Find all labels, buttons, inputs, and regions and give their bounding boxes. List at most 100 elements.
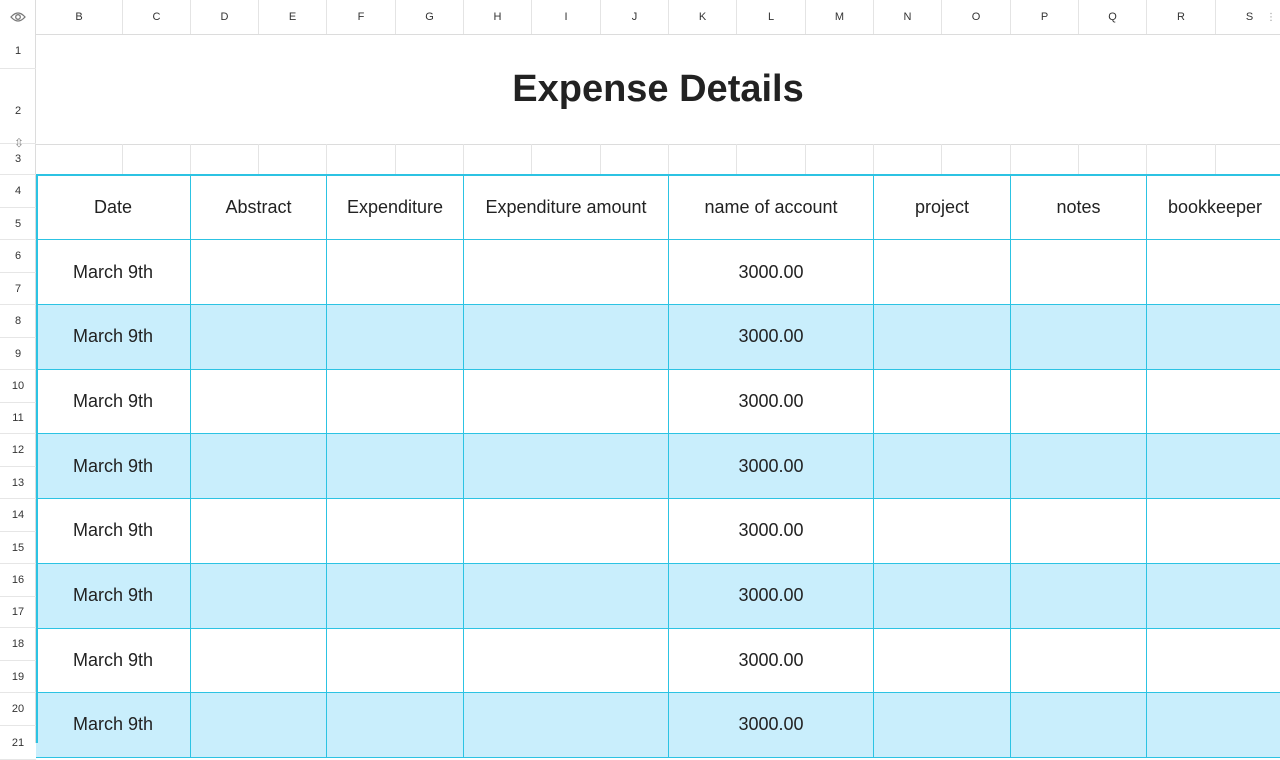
- row-header-13[interactable]: 13: [0, 467, 36, 499]
- grid-cell[interactable]: [601, 144, 669, 175]
- grid-cell[interactable]: [1147, 144, 1216, 175]
- grid-cell[interactable]: [874, 144, 942, 175]
- row-header-21[interactable]: 21: [0, 726, 36, 760]
- grid-cell[interactable]: [737, 144, 806, 175]
- expenditure-amount-cell[interactable]: [464, 240, 669, 305]
- notes-cell[interactable]: [1011, 240, 1147, 305]
- account-amount-cell[interactable]: 3000.00: [669, 304, 874, 370]
- abstract-cell[interactable]: [191, 240, 327, 305]
- row-header-12[interactable]: 12: [0, 434, 36, 467]
- date-cell[interactable]: March 9th: [36, 563, 191, 629]
- row-header-9[interactable]: 9: [0, 338, 36, 370]
- grid-cell[interactable]: [532, 144, 601, 175]
- bookkeeper-cell[interactable]: [1147, 692, 1280, 758]
- row-header-20[interactable]: 20: [0, 693, 36, 726]
- column-header-o[interactable]: O: [942, 0, 1011, 34]
- row-header-15[interactable]: 15: [0, 532, 36, 564]
- project-cell[interactable]: [874, 304, 1011, 370]
- date-cell[interactable]: March 9th: [36, 369, 191, 435]
- notes-cell[interactable]: [1011, 498, 1147, 564]
- abstract-cell[interactable]: [191, 628, 327, 694]
- bookkeeper-cell[interactable]: [1147, 240, 1280, 305]
- row-header-6[interactable]: 6: [0, 240, 36, 273]
- grid-cell[interactable]: [1011, 144, 1079, 175]
- row-header-19[interactable]: 19: [0, 661, 36, 693]
- expenditure-amount-cell[interactable]: [464, 369, 669, 435]
- notes-cell[interactable]: [1011, 628, 1147, 694]
- header-date[interactable]: Date: [36, 175, 191, 240]
- expenditure-cell[interactable]: [327, 434, 464, 500]
- grid-cell[interactable]: [464, 144, 532, 175]
- row-header-18[interactable]: 18: [0, 628, 36, 661]
- expenditure-amount-cell[interactable]: [464, 628, 669, 694]
- column-header-l[interactable]: L: [737, 0, 806, 34]
- grid-cell[interactable]: [806, 144, 874, 175]
- column-header-i[interactable]: I: [532, 0, 601, 34]
- header-name-of-account[interactable]: name of account: [669, 175, 874, 240]
- row-header-4[interactable]: 4: [0, 175, 36, 208]
- expenditure-amount-cell[interactable]: [464, 498, 669, 564]
- expenditure-cell[interactable]: [327, 692, 464, 758]
- bookkeeper-cell[interactable]: [1147, 304, 1280, 370]
- grid-cell[interactable]: [1079, 144, 1147, 175]
- expenditure-cell[interactable]: [327, 563, 464, 629]
- project-cell[interactable]: [874, 628, 1011, 694]
- row-header-2[interactable]: 2: [0, 69, 36, 144]
- sheet-title[interactable]: Expense Details: [36, 34, 1280, 145]
- abstract-cell[interactable]: [191, 369, 327, 435]
- account-amount-cell[interactable]: 3000.00: [669, 434, 874, 500]
- grid-cell[interactable]: [942, 144, 1011, 175]
- column-header-h[interactable]: H: [464, 0, 532, 34]
- grid-cell[interactable]: [36, 144, 123, 175]
- expenditure-amount-cell[interactable]: [464, 563, 669, 629]
- expenditure-amount-cell[interactable]: [464, 304, 669, 370]
- row-header-16[interactable]: 16: [0, 564, 36, 597]
- grid-cell[interactable]: [396, 144, 464, 175]
- column-header-p[interactable]: P: [1011, 0, 1079, 34]
- grid-cell[interactable]: [1216, 144, 1280, 175]
- column-header-b[interactable]: B: [36, 0, 123, 34]
- grid-cell[interactable]: [259, 144, 327, 175]
- column-header-f[interactable]: F: [327, 0, 396, 34]
- row-header-11[interactable]: 11: [0, 403, 36, 434]
- header-expenditure-amount[interactable]: Expenditure amount: [464, 175, 669, 240]
- notes-cell[interactable]: [1011, 563, 1147, 629]
- column-header-g[interactable]: G: [396, 0, 464, 34]
- expenditure-cell[interactable]: [327, 369, 464, 435]
- column-resize-grip-icon[interactable]: ⋮: [1266, 12, 1276, 23]
- column-header-m[interactable]: M: [806, 0, 874, 34]
- column-header-d[interactable]: D: [191, 0, 259, 34]
- notes-cell[interactable]: [1011, 304, 1147, 370]
- header-expenditure[interactable]: Expenditure: [327, 175, 464, 240]
- notes-cell[interactable]: [1011, 692, 1147, 758]
- row-resize-handle-icon[interactable]: ⇳: [12, 136, 26, 150]
- account-amount-cell[interactable]: 3000.00: [669, 498, 874, 564]
- abstract-cell[interactable]: [191, 563, 327, 629]
- bookkeeper-cell[interactable]: [1147, 563, 1280, 629]
- project-cell[interactable]: [874, 563, 1011, 629]
- project-cell[interactable]: [874, 498, 1011, 564]
- row-header-7[interactable]: 7: [0, 273, 36, 305]
- row-header-8[interactable]: 8: [0, 305, 36, 338]
- expenditure-amount-cell[interactable]: [464, 434, 669, 500]
- expenditure-cell[interactable]: [327, 628, 464, 694]
- header-abstract[interactable]: Abstract: [191, 175, 327, 240]
- account-amount-cell[interactable]: 3000.00: [669, 628, 874, 694]
- account-amount-cell[interactable]: 3000.00: [669, 240, 874, 305]
- project-cell[interactable]: [874, 434, 1011, 500]
- header-project[interactable]: project: [874, 175, 1011, 240]
- row-header-17[interactable]: 17: [0, 597, 36, 628]
- row-header-5[interactable]: 5: [0, 208, 36, 240]
- bookkeeper-cell[interactable]: [1147, 434, 1280, 500]
- expenditure-cell[interactable]: [327, 240, 464, 305]
- row-header-14[interactable]: 14: [0, 499, 36, 532]
- project-cell[interactable]: [874, 369, 1011, 435]
- bookkeeper-cell[interactable]: [1147, 628, 1280, 694]
- account-amount-cell[interactable]: 3000.00: [669, 692, 874, 758]
- account-amount-cell[interactable]: 3000.00: [669, 563, 874, 629]
- column-header-c[interactable]: C: [123, 0, 191, 34]
- project-cell[interactable]: [874, 692, 1011, 758]
- abstract-cell[interactable]: [191, 498, 327, 564]
- grid-cell[interactable]: [669, 144, 737, 175]
- abstract-cell[interactable]: [191, 434, 327, 500]
